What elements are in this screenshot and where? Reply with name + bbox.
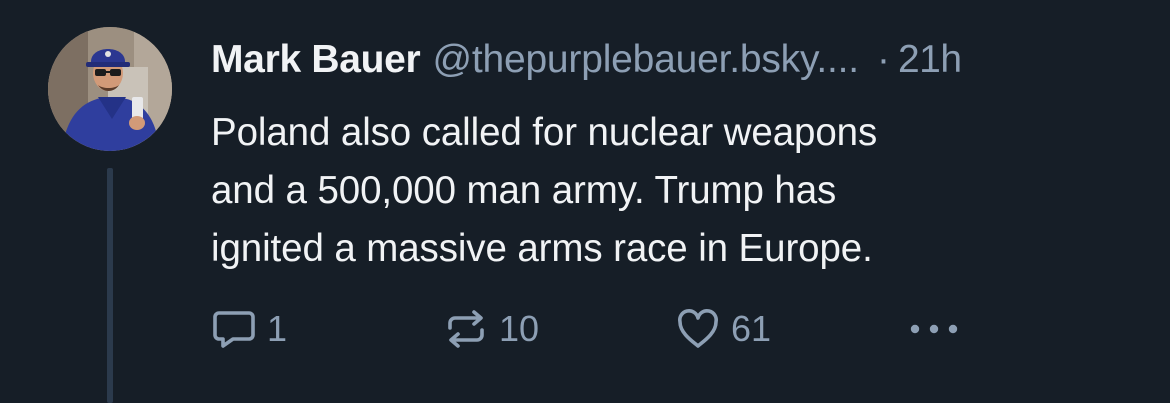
post-text-line: ignited a massive arms race in Europe. bbox=[211, 227, 873, 270]
like-count: 61 bbox=[731, 308, 772, 349]
post-header: Mark Bauer @thepurplebauer.bsky.... · 21… bbox=[211, 34, 962, 86]
repost-count: 10 bbox=[499, 308, 540, 349]
author-handle[interactable]: @thepurplebauer.bsky.... bbox=[432, 34, 859, 86]
post-text-line: Poland also called for nuclear weapons bbox=[211, 111, 878, 154]
post-card[interactable]: Mark Bauer @thepurplebauer.bsky.... · 21… bbox=[0, 0, 1170, 403]
thread-connector-line bbox=[107, 168, 113, 403]
ellipsis-icon bbox=[910, 324, 958, 334]
like-button[interactable]: 61 bbox=[675, 304, 771, 354]
header-separator: · bbox=[876, 38, 890, 81]
post-timestamp[interactable]: 21h bbox=[898, 34, 962, 86]
reply-button[interactable]: 1 bbox=[211, 304, 287, 354]
avatar-photo bbox=[48, 27, 172, 151]
heart-icon bbox=[677, 308, 719, 348]
post-text-line: and a 500,000 man army. Trump has bbox=[211, 169, 837, 212]
post-text: Poland also called for nuclear weapons a… bbox=[211, 104, 1111, 278]
more-options-button[interactable] bbox=[907, 304, 963, 354]
reply-count: 1 bbox=[267, 308, 288, 349]
author-display-name[interactable]: Mark Bauer bbox=[211, 34, 421, 86]
speech-bubble-icon bbox=[213, 311, 255, 348]
author-avatar[interactable] bbox=[48, 27, 172, 151]
repost-button[interactable]: 10 bbox=[443, 304, 539, 354]
repost-arrows-icon bbox=[448, 310, 484, 348]
